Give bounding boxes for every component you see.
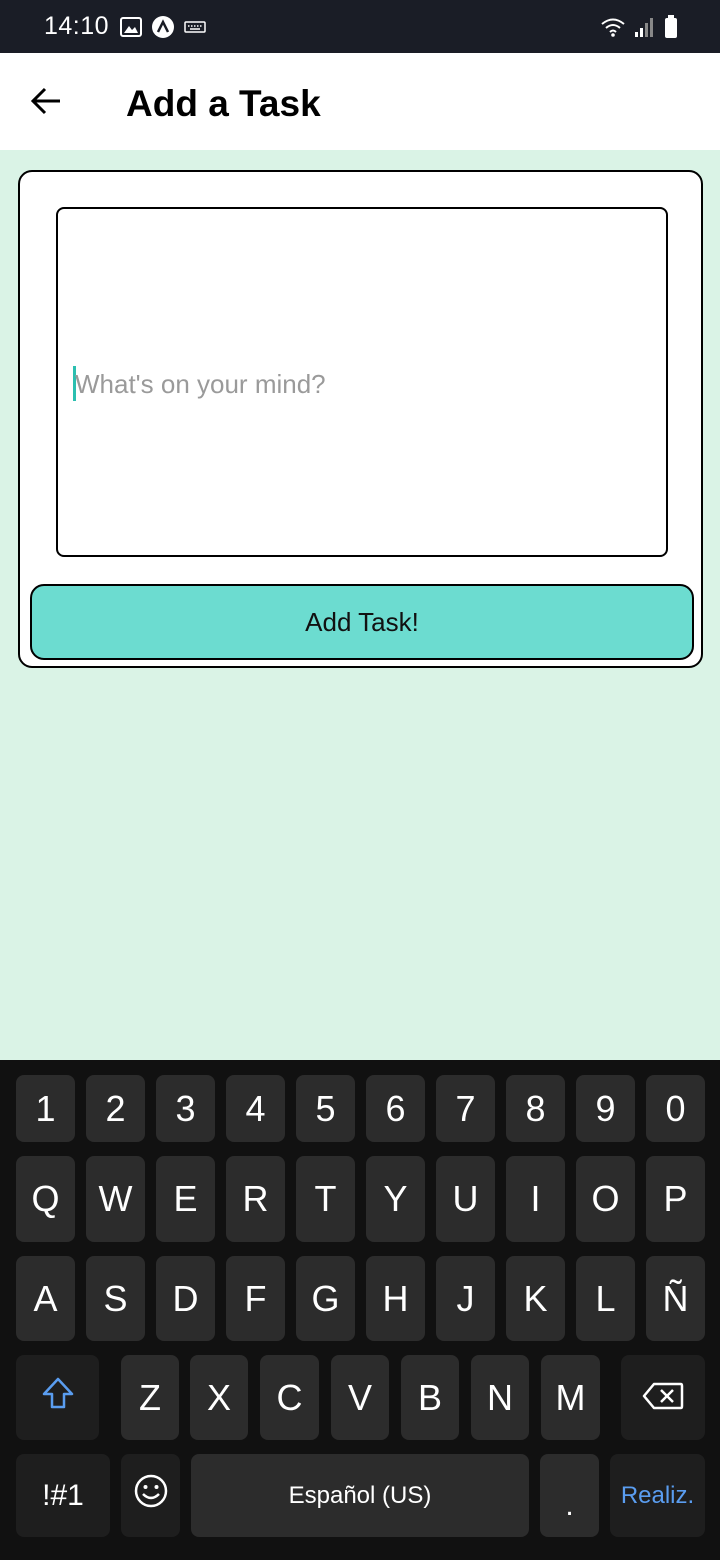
space-key[interactable]: Español (US) bbox=[191, 1454, 529, 1537]
key-z[interactable]: Z bbox=[121, 1355, 179, 1440]
key-m[interactable]: M bbox=[541, 1355, 600, 1440]
key-3[interactable]: 3 bbox=[156, 1075, 215, 1142]
wifi-icon bbox=[600, 16, 626, 43]
backspace-icon bbox=[642, 1377, 684, 1419]
status-bar: 14:10 bbox=[0, 0, 720, 53]
shift-key[interactable] bbox=[16, 1355, 99, 1440]
done-key[interactable]: Realiz. bbox=[610, 1454, 705, 1537]
key-r[interactable]: R bbox=[226, 1156, 285, 1242]
image-icon bbox=[120, 17, 142, 42]
key-e[interactable]: E bbox=[156, 1156, 215, 1242]
period-key[interactable]: . bbox=[540, 1454, 599, 1537]
key-j[interactable]: J bbox=[436, 1256, 495, 1341]
emoji-icon bbox=[133, 1473, 169, 1518]
key-x[interactable]: X bbox=[190, 1355, 248, 1440]
key-c[interactable]: C bbox=[260, 1355, 319, 1440]
key-i[interactable]: I bbox=[506, 1156, 565, 1242]
signal-icon bbox=[634, 16, 656, 43]
battery-icon bbox=[664, 15, 678, 44]
key-a[interactable]: A bbox=[16, 1256, 75, 1341]
key-f[interactable]: F bbox=[226, 1256, 285, 1341]
key-t[interactable]: T bbox=[296, 1156, 355, 1242]
key-9[interactable]: 9 bbox=[576, 1075, 635, 1142]
key-g[interactable]: G bbox=[296, 1256, 355, 1341]
key-o[interactable]: O bbox=[576, 1156, 635, 1242]
page-title: Add a Task bbox=[126, 83, 321, 124]
symbols-key[interactable]: !#1 bbox=[16, 1454, 110, 1537]
task-input[interactable]: What's on your mind? bbox=[56, 207, 668, 557]
status-icons-right bbox=[600, 15, 678, 44]
key-n[interactable]: N bbox=[471, 1355, 529, 1440]
key-5[interactable]: 5 bbox=[296, 1075, 355, 1142]
back-button[interactable] bbox=[24, 83, 68, 123]
key-y[interactable]: Y bbox=[366, 1156, 425, 1242]
key-p[interactable]: P bbox=[646, 1156, 705, 1242]
app-icon bbox=[151, 15, 175, 44]
key-0[interactable]: 0 bbox=[646, 1075, 705, 1142]
status-time: 14:10 bbox=[44, 12, 110, 40]
key-u[interactable]: U bbox=[436, 1156, 495, 1242]
key-d[interactable]: D bbox=[156, 1256, 215, 1341]
key-4[interactable]: 4 bbox=[226, 1075, 285, 1142]
emoji-key[interactable] bbox=[121, 1454, 180, 1537]
add-task-button[interactable]: Add Task! bbox=[30, 584, 694, 660]
back-arrow-icon bbox=[30, 87, 62, 120]
status-icons-left bbox=[120, 15, 206, 44]
task-input-placeholder: What's on your mind? bbox=[75, 369, 326, 399]
backspace-key[interactable] bbox=[621, 1355, 705, 1440]
key-2[interactable]: 2 bbox=[86, 1075, 145, 1142]
key-b[interactable]: B bbox=[401, 1355, 459, 1440]
key-h[interactable]: H bbox=[366, 1256, 425, 1341]
key-s[interactable]: S bbox=[86, 1256, 145, 1341]
key-k[interactable]: K bbox=[506, 1256, 565, 1341]
key-q[interactable]: Q bbox=[16, 1156, 75, 1242]
app-bar: Add a Task bbox=[0, 53, 720, 150]
soft-keyboard: 1 2 3 4 5 6 7 8 9 0 Q W E R T Y U I O P … bbox=[0, 1060, 720, 1560]
task-card: What's on your mind? Add Task! bbox=[18, 170, 703, 668]
key-enye[interactable]: Ñ bbox=[646, 1256, 705, 1341]
key-v[interactable]: V bbox=[331, 1355, 389, 1440]
key-w[interactable]: W bbox=[86, 1156, 145, 1242]
key-1[interactable]: 1 bbox=[16, 1075, 75, 1142]
keyboard-icon bbox=[184, 20, 206, 39]
key-l[interactable]: L bbox=[576, 1256, 635, 1341]
key-7[interactable]: 7 bbox=[436, 1075, 495, 1142]
shift-icon bbox=[41, 1376, 75, 1419]
key-6[interactable]: 6 bbox=[366, 1075, 425, 1142]
key-8[interactable]: 8 bbox=[506, 1075, 565, 1142]
